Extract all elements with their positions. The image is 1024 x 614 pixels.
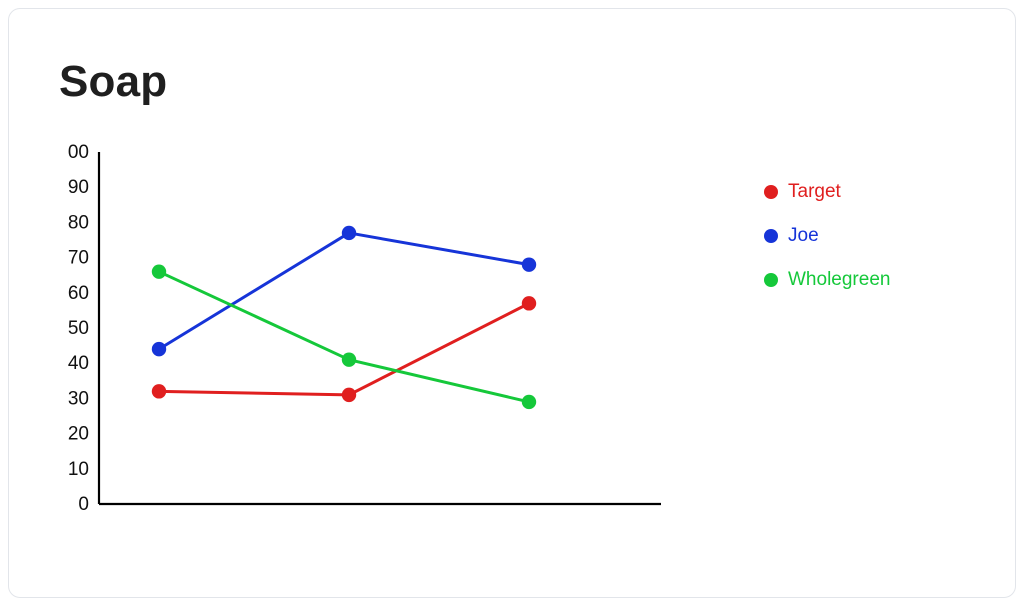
- data-point: [342, 388, 356, 402]
- data-point: [152, 342, 166, 356]
- y-tick-label: 10: [68, 459, 89, 480]
- data-point: [522, 395, 536, 409]
- data-point: [522, 296, 536, 310]
- legend-item[interactable]: Joe: [764, 225, 890, 247]
- legend: Target Joe Wholegreen: [764, 181, 890, 313]
- legend-label: Wholegreen: [788, 269, 890, 291]
- y-tick-label: 30: [68, 388, 89, 409]
- data-point: [522, 257, 536, 271]
- plot-area: 0 10 20 30 40 50 60 70 80 90 00: [49, 144, 669, 514]
- series-line: [159, 272, 529, 402]
- chart-card: Soap 0 10 20 30 40 50 60 70 80 90 00 Target Joe Whol…: [8, 8, 1016, 598]
- legend-label: Target: [788, 181, 841, 203]
- legend-swatch: [764, 185, 778, 199]
- y-tick-label: 0: [78, 494, 89, 514]
- data-point: [152, 264, 166, 278]
- legend-item[interactable]: Target: [764, 181, 890, 203]
- y-tick-label: 00: [68, 144, 89, 163]
- series-line: [159, 303, 529, 395]
- data-point: [342, 352, 356, 366]
- legend-swatch: [764, 229, 778, 243]
- y-tick-label: 20: [68, 424, 89, 445]
- legend-label: Joe: [788, 225, 819, 247]
- legend-item[interactable]: Wholegreen: [764, 269, 890, 291]
- data-point: [152, 384, 166, 398]
- y-tick-label: 40: [68, 353, 89, 374]
- y-tick-label: 60: [68, 283, 89, 304]
- legend-swatch: [764, 273, 778, 287]
- y-tick-label: 50: [68, 318, 89, 339]
- line-chart-svg: 0 10 20 30 40 50 60 70 80 90 00: [49, 144, 669, 514]
- y-tick-label: 90: [68, 177, 89, 198]
- y-tick-label: 70: [68, 248, 89, 269]
- chart-title: Soap: [59, 57, 167, 107]
- y-tick-label: 80: [68, 212, 89, 233]
- data-point: [342, 226, 356, 240]
